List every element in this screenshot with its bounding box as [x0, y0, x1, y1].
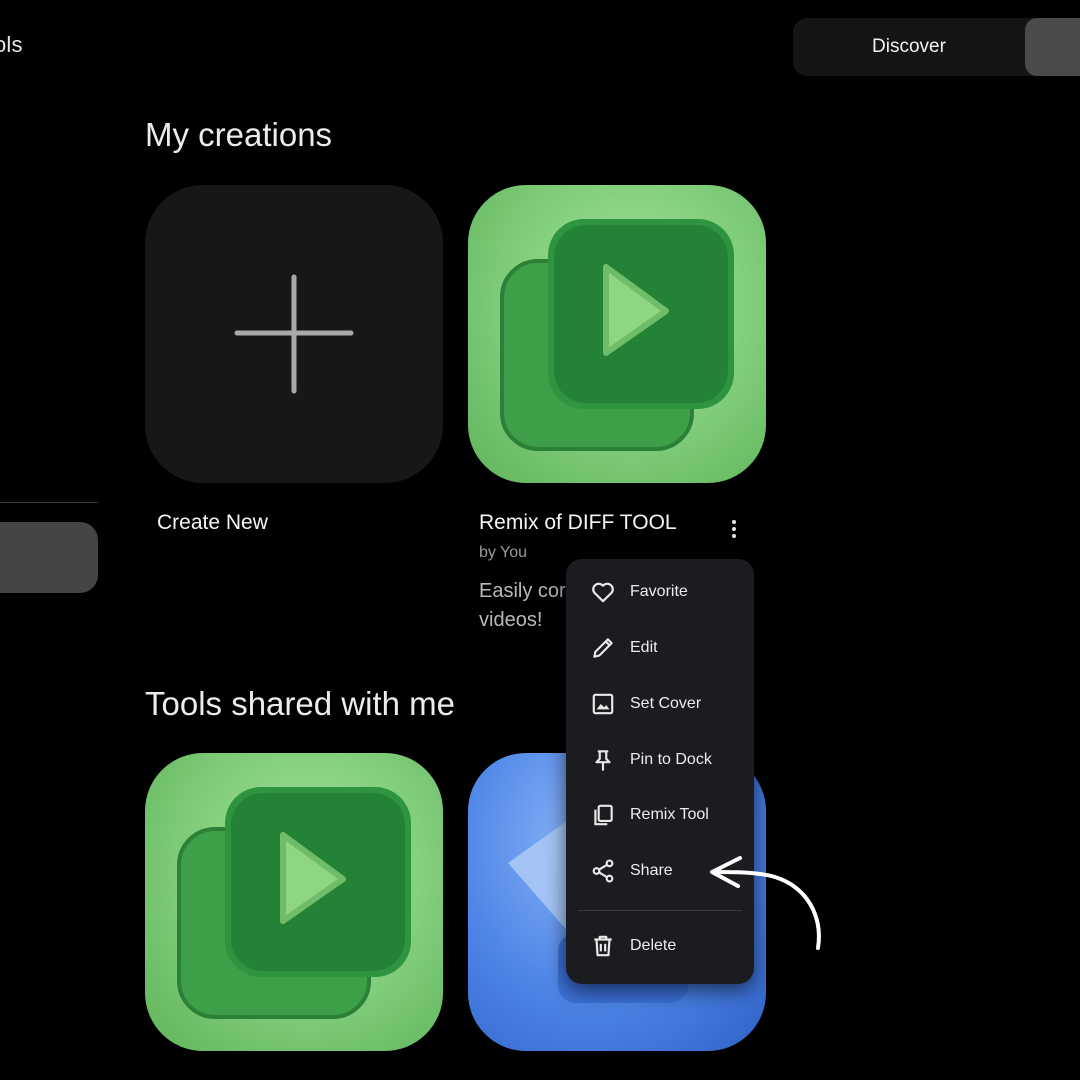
my-creations-title: My creations — [145, 116, 333, 153]
menu-item-label: Set Cover — [630, 695, 702, 712]
more-dot — [732, 527, 736, 531]
more-dot — [732, 534, 736, 538]
menu-item-label: Share — [630, 862, 673, 879]
menu-item-label: Pin to Dock — [630, 751, 712, 768]
plus-icon — [234, 274, 354, 394]
tab-discover[interactable]: Discover — [793, 18, 1025, 76]
create-new-label: Create New — [157, 511, 268, 534]
menu-item-edit[interactable]: Edit — [566, 626, 754, 670]
view-tabs: Discover — [793, 18, 1080, 76]
heart-icon — [589, 578, 617, 606]
annotation-arrow — [710, 856, 821, 950]
more-dot — [732, 520, 736, 524]
video-stack-icon — [177, 787, 411, 1019]
more-options-button[interactable] — [722, 514, 746, 544]
video-stack-icon — [500, 219, 734, 451]
create-new-tile[interactable] — [145, 185, 443, 483]
trash-icon — [589, 932, 617, 960]
pencil-icon — [589, 634, 617, 662]
menu-item-remix-tool[interactable]: Remix Tool — [566, 793, 754, 837]
sidebar-divider — [0, 502, 98, 503]
menu-item-pin-to-dock[interactable]: Pin to Dock — [566, 738, 754, 782]
menu-item-favorite[interactable]: Favorite — [566, 570, 754, 614]
remix-card-author: by You — [479, 544, 528, 561]
menu-item-set-cover[interactable]: Set Cover — [566, 682, 754, 726]
image-icon — [589, 690, 617, 718]
menu-item-label: Delete — [630, 937, 677, 954]
menu-item-label: Favorite — [630, 583, 688, 600]
shared-tool-thumbnail-1[interactable] — [145, 753, 443, 1051]
menu-item-label: Remix Tool — [630, 806, 709, 823]
tab-active[interactable] — [1025, 18, 1080, 76]
pin-icon — [589, 746, 617, 774]
remix-tool-thumbnail[interactable] — [468, 185, 766, 483]
sidebar-item-active[interactable] — [0, 522, 98, 593]
app-title: ols — [0, 32, 23, 57]
copy-icon — [589, 801, 617, 829]
shared-tools-title: Tools shared with me — [145, 685, 455, 722]
share-icon — [589, 857, 617, 885]
menu-item-label: Edit — [630, 639, 658, 656]
remix-card-title[interactable]: Remix of DIFF TOOL — [479, 511, 677, 535]
